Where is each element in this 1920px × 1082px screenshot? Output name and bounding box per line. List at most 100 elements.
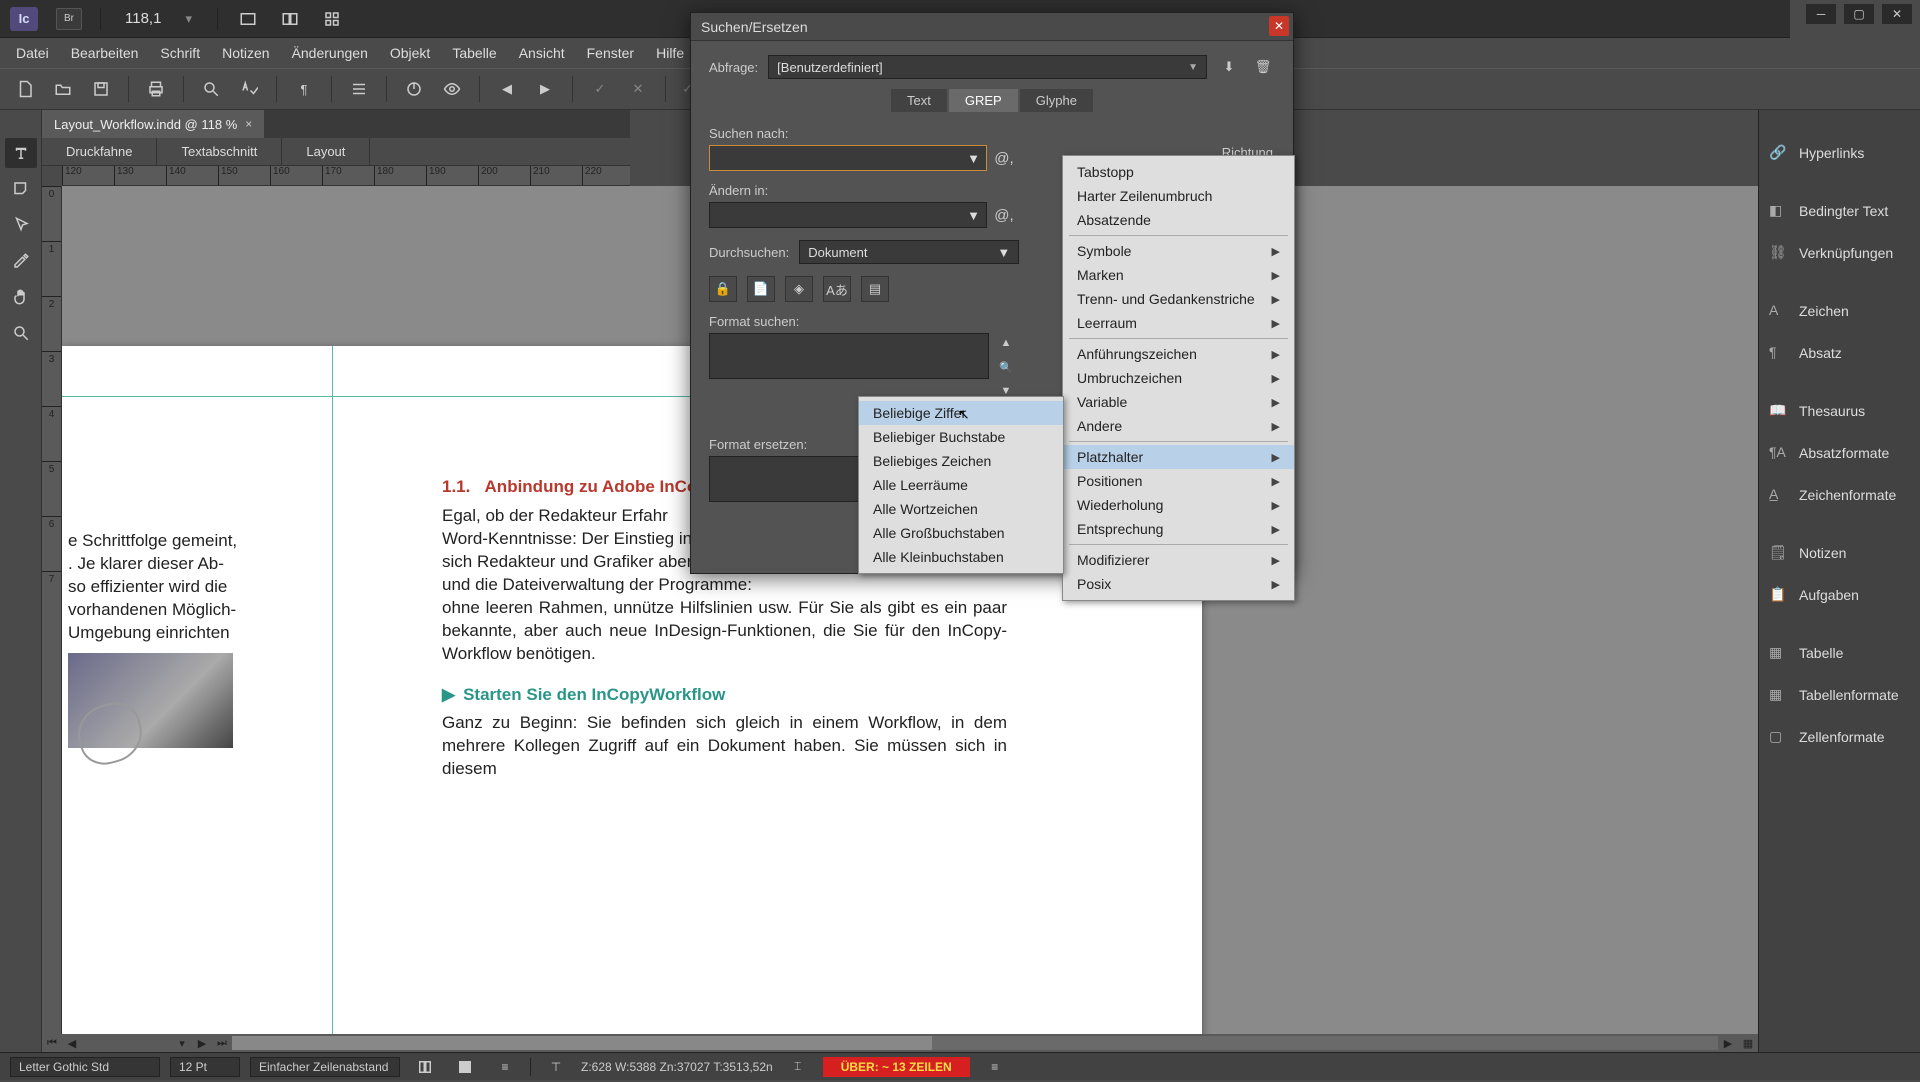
- last-page-icon[interactable]: ⏭: [212, 1037, 232, 1050]
- open-icon[interactable]: [48, 74, 78, 104]
- status-marker-icon[interactable]: ⊤: [541, 1052, 571, 1082]
- tab-grep[interactable]: GREP: [949, 89, 1018, 112]
- submenu-alle-grossbuchstaben[interactable]: Alle Großbuchstaben: [859, 521, 1063, 545]
- prev-page-icon[interactable]: ◀: [62, 1037, 82, 1050]
- menu-item-wiederholung[interactable]: Wiederholung▶: [1063, 493, 1294, 517]
- panel-aufgaben[interactable]: 📋Aufgaben: [1759, 576, 1920, 614]
- menu-item-umbruchzeichen[interactable]: Umbruchzeichen▶: [1063, 366, 1294, 390]
- split-view-icon[interactable]: ▦: [1738, 1037, 1758, 1050]
- find-icon[interactable]: [196, 74, 226, 104]
- menu-item-absatzende[interactable]: Absatzende: [1063, 208, 1294, 232]
- menu-item-zeilenumbruch[interactable]: Harter Zeilenumbruch: [1063, 184, 1294, 208]
- accept-icon[interactable]: ✓: [585, 74, 615, 104]
- position-tool-icon[interactable]: [5, 210, 37, 240]
- first-page-icon[interactable]: ⏮: [42, 1037, 62, 1050]
- menu-objekt[interactable]: Objekt: [380, 41, 440, 65]
- close-tab-icon[interactable]: ×: [245, 117, 252, 131]
- menu-item-variable[interactable]: Variable▶: [1063, 390, 1294, 414]
- panel-zeichen[interactable]: AZeichen: [1759, 292, 1920, 330]
- menu-tabelle[interactable]: Tabelle: [442, 41, 506, 65]
- replace-input[interactable]: ▼: [709, 202, 987, 228]
- menu-fenster[interactable]: Fenster: [577, 41, 644, 65]
- menu-datei[interactable]: Datei: [6, 41, 59, 65]
- view-tab-layout[interactable]: Layout: [282, 138, 370, 165]
- menu-item-trennstriche[interactable]: Trenn- und Gedankenstriche▶: [1063, 287, 1294, 311]
- panel-zeichenformate[interactable]: A̲Zeichenformate: [1759, 476, 1920, 514]
- query-select[interactable]: [Benutzerdefiniert]▼: [768, 55, 1207, 79]
- special-char-button-search[interactable]: @,: [991, 145, 1017, 171]
- view-tab-textabschnitt[interactable]: Textabschnitt: [157, 138, 282, 165]
- dialog-close-button[interactable]: ✕: [1269, 16, 1289, 36]
- menu-item-modifizierer[interactable]: Modifizierer▶: [1063, 548, 1294, 572]
- screen-mode-icon-1[interactable]: [236, 8, 260, 30]
- list-icon[interactable]: [344, 74, 374, 104]
- menu-item-platzhalter[interactable]: Platzhalter▶: [1063, 445, 1294, 469]
- status-size[interactable]: 12 Pt: [170, 1057, 240, 1077]
- submenu-alle-leerraeume[interactable]: Alle Leerräume: [859, 473, 1063, 497]
- toggle-locked-stories-icon[interactable]: 📄: [747, 276, 775, 302]
- note-tool-icon[interactable]: [5, 174, 37, 204]
- maximize-button[interactable]: ▢: [1844, 4, 1874, 24]
- status-menu-icon[interactable]: ≡: [980, 1052, 1010, 1082]
- format-search-up-icon[interactable]: ▲: [995, 333, 1017, 353]
- toggle-footnotes-icon[interactable]: ▤: [861, 276, 889, 302]
- submenu-beliebige-ziffer[interactable]: Beliebige Ziffer: [859, 401, 1063, 425]
- status-font[interactable]: Letter Gothic Std: [10, 1057, 160, 1077]
- type-tool-icon[interactable]: [5, 138, 37, 168]
- menu-item-andere[interactable]: Andere▶: [1063, 414, 1294, 438]
- menu-item-positionen[interactable]: Positionen▶: [1063, 469, 1294, 493]
- menu-bearbeiten[interactable]: Bearbeiten: [61, 41, 149, 65]
- bridge-button[interactable]: Br: [56, 8, 82, 30]
- zoom-tool-icon[interactable]: [5, 318, 37, 348]
- status-icon-1[interactable]: [410, 1052, 440, 1082]
- submenu-beliebiges-zeichen[interactable]: Beliebiges Zeichen: [859, 449, 1063, 473]
- menu-item-marken[interactable]: Marken▶: [1063, 263, 1294, 287]
- toggle-master-pages-icon[interactable]: Aあ: [823, 276, 851, 302]
- toggle-hidden-layers-icon[interactable]: ◈: [785, 276, 813, 302]
- search-input[interactable]: ▼: [709, 145, 987, 171]
- panel-zellenformate[interactable]: ▢Zellenformate: [1759, 718, 1920, 756]
- pilcrow-icon[interactable]: ¶: [289, 74, 319, 104]
- submenu-alle-kleinbuchstaben[interactable]: Alle Kleinbuchstaben: [859, 545, 1063, 569]
- tab-glyphe[interactable]: Glyphe: [1020, 89, 1093, 112]
- menu-item-posix[interactable]: Posix▶: [1063, 572, 1294, 596]
- page-dropdown-icon[interactable]: ▾: [172, 1037, 192, 1050]
- eyedropper-tool-icon[interactable]: [5, 246, 37, 276]
- menu-hilfe[interactable]: Hilfe: [646, 41, 694, 65]
- reject-icon[interactable]: ✕: [623, 74, 653, 104]
- menu-item-tabstopp[interactable]: Tabstopp: [1063, 160, 1294, 184]
- screen-mode-icon-2[interactable]: [278, 8, 302, 30]
- panel-tabelle[interactable]: ▦Tabelle: [1759, 634, 1920, 672]
- view-tab-druckfahne[interactable]: Druckfahne: [42, 138, 157, 165]
- document-tab[interactable]: Layout_Workflow.indd @ 118 % ×: [42, 110, 264, 138]
- status-leading[interactable]: Einfacher Zeilenabstand: [250, 1057, 400, 1077]
- arrange-icon[interactable]: [320, 8, 344, 30]
- panel-notizen[interactable]: 🗒Notizen: [1759, 534, 1920, 572]
- next-icon[interactable]: ▶: [530, 74, 560, 104]
- eye-icon[interactable]: [437, 74, 467, 104]
- panel-verknuepfungen[interactable]: ⛓Verknüpfungen: [1759, 234, 1920, 272]
- power-icon[interactable]: [399, 74, 429, 104]
- toggle-locked-layers-icon[interactable]: 🔒: [709, 276, 737, 302]
- panel-absatzformate[interactable]: ¶AAbsatzformate: [1759, 434, 1920, 472]
- format-search-specify-icon[interactable]: 🔍: [995, 357, 1017, 377]
- print-icon[interactable]: [141, 74, 171, 104]
- scroll-right-icon[interactable]: ▶: [1718, 1037, 1738, 1050]
- menu-ansicht[interactable]: Ansicht: [509, 41, 575, 65]
- spellcheck-icon[interactable]: [234, 74, 264, 104]
- status-align-icon[interactable]: ≡: [490, 1052, 520, 1082]
- dialog-title-bar[interactable]: Suchen/Ersetzen ✕: [691, 13, 1293, 41]
- close-button[interactable]: ✕: [1882, 4, 1912, 24]
- status-cursor-icon[interactable]: ⌶: [783, 1052, 813, 1082]
- menu-item-entsprechung[interactable]: Entsprechung▶: [1063, 517, 1294, 541]
- panel-tabellenformate[interactable]: ▦Tabellenformate: [1759, 676, 1920, 714]
- panel-thesaurus[interactable]: 📖Thesaurus: [1759, 392, 1920, 430]
- panel-absatz[interactable]: ¶Absatz: [1759, 334, 1920, 372]
- menu-item-leerraum[interactable]: Leerraum▶: [1063, 311, 1294, 335]
- menu-aenderungen[interactable]: Änderungen: [282, 41, 378, 65]
- minimize-button[interactable]: ─: [1806, 4, 1836, 24]
- save-query-icon[interactable]: ⬇: [1217, 55, 1241, 79]
- next-page-icon[interactable]: ▶: [192, 1037, 212, 1050]
- menu-item-anfuehrungszeichen[interactable]: Anführungszeichen▶: [1063, 342, 1294, 366]
- special-char-button-replace[interactable]: @,: [991, 202, 1017, 228]
